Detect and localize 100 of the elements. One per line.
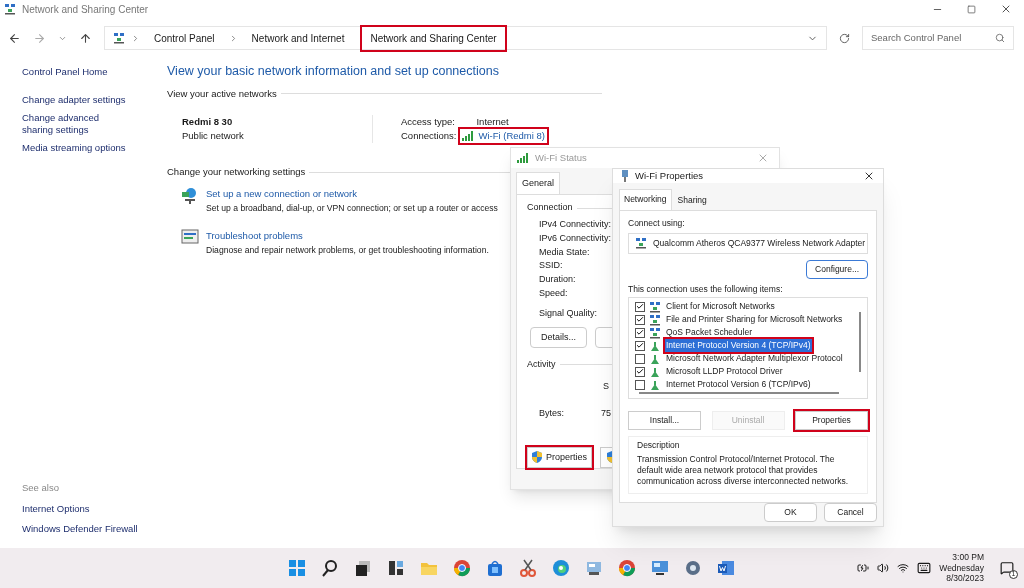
- tab[interactable]: General: [516, 171, 561, 195]
- refresh-icon[interactable]: [839, 32, 850, 44]
- clock-date[interactable]: 8/30/2023: [946, 573, 984, 584]
- sidebar-link[interactable]: Media streaming options: [22, 142, 132, 154]
- tab[interactable]: Networking: [619, 189, 672, 210]
- tab[interactable]: Sharing: [673, 191, 711, 210]
- chevron-icon: [131, 33, 140, 43]
- configure-button[interactable]: Configure...: [806, 259, 868, 279]
- list-item[interactable]: Microsoft LLDP Protocol Driver: [665, 365, 784, 379]
- properties-button[interactable]: Properties: [527, 446, 593, 468]
- list-item[interactable]: Internet Protocol Version 6 (TCP/IPv6): [665, 378, 812, 392]
- field-label: SSID:: [539, 259, 563, 273]
- field-label: Bytes:: [539, 407, 565, 420]
- adapter-icon: [635, 237, 647, 250]
- field-label: IPv4 Connectivity:: [539, 217, 612, 231]
- app-icon: [4, 3, 16, 15]
- bytes-value: 75: [601, 407, 611, 420]
- maximize-icon[interactable]: [967, 4, 976, 14]
- address-bar[interactable]: Control Panel Network and Internet Network and Sharing Center: [104, 26, 827, 50]
- settings-link[interactable]: Troubleshoot problems: [206, 229, 489, 244]
- browser-icon[interactable]: [551, 558, 571, 578]
- start-icon[interactable]: [287, 558, 307, 578]
- field-label: Media State:: [539, 245, 590, 259]
- browser-icon[interactable]: [452, 558, 472, 578]
- sidebar-link[interactable]: Change advanced sharing settings: [22, 112, 132, 136]
- dialog-title: Wi-Fi Properties: [635, 169, 704, 183]
- field-label: Connect using:: [628, 217, 686, 230]
- scissors-icon[interactable]: [518, 558, 538, 578]
- shield-icon: [532, 451, 542, 464]
- field-label: IPv6 Connectivity:: [539, 231, 612, 245]
- field-label: Signal Quality:: [539, 306, 598, 320]
- sent-label: S: [603, 379, 609, 393]
- window-title: Network and Sharing Center: [22, 2, 149, 17]
- group-title: Activity: [527, 358, 556, 371]
- keyboard-icon[interactable]: [917, 561, 932, 575]
- checkbox[interactable]: [635, 327, 645, 338]
- search-icon[interactable]: [320, 558, 340, 578]
- sidebar-link[interactable]: Control Panel Home: [22, 66, 132, 78]
- description-text: Transmission Control Protocol/Internet Protocol. The default wide area network protocol that provides communication across diverse interconnected networks.: [637, 453, 850, 487]
- list-item[interactable]: Microsoft Network Adapter Multiplexor Protocol: [665, 352, 844, 366]
- field-label: Access type:: [401, 115, 456, 129]
- search-icon: [995, 33, 1005, 43]
- up-icon[interactable]: [79, 31, 92, 45]
- network-client-icon: [649, 313, 661, 326]
- breadcrumb[interactable]: Network and Sharing Center: [362, 26, 505, 50]
- checkbox[interactable]: [635, 301, 645, 312]
- checkbox[interactable]: [635, 353, 645, 364]
- field-label: Speed:: [539, 286, 568, 300]
- browser-icon[interactable]: [617, 558, 637, 578]
- section-heading: View your active networks: [167, 86, 277, 101]
- network-client-icon: [649, 326, 661, 339]
- see-also-heading: See also: [22, 481, 60, 496]
- wifi-icon[interactable]: [897, 562, 910, 574]
- see-also-link[interactable]: Windows Defender Firewall: [22, 521, 167, 536]
- list-item[interactable]: Internet Protocol Version 4 (TCP/IPv4): [665, 339, 812, 353]
- clock-day[interactable]: Wednesday: [939, 562, 984, 574]
- settings-description: Diagnose and repair network problems, or get troubleshooting information.: [206, 244, 489, 258]
- list-action-button[interactable]: Properties: [795, 411, 868, 430]
- close-icon[interactable]: [1000, 3, 1012, 15]
- group-title: Connection: [527, 201, 573, 215]
- checkbox[interactable]: [635, 366, 645, 377]
- page-heading: View your basic network information and set up connections: [167, 63, 500, 80]
- dialog-title: Wi-Fi Status: [535, 150, 587, 165]
- details-button[interactable]: Details...: [530, 326, 587, 348]
- group-title: Description: [637, 439, 681, 452]
- monitor-icon: [181, 229, 199, 246]
- adapter-field: Qualcomm Atheros QCA9377 Wireless Network Adapter: [628, 232, 868, 254]
- list-action-button[interactable]: Install...: [628, 411, 701, 430]
- signal-icon: [517, 152, 529, 163]
- shopping-bag-icon[interactable]: [485, 558, 505, 578]
- list-item[interactable]: QoS Packet Scheduler: [665, 326, 753, 340]
- back-icon[interactable]: [8, 31, 21, 45]
- volume-icon[interactable]: [877, 562, 890, 574]
- protocol-icon: [649, 352, 661, 365]
- search-field[interactable]: Search Control Panel: [862, 26, 1014, 50]
- settings-link[interactable]: Set up a new connection or network: [206, 187, 498, 202]
- checkbox[interactable]: [635, 314, 645, 325]
- notification-icon[interactable]: [1000, 561, 1014, 575]
- gear-icon[interactable]: [683, 558, 703, 578]
- task-view-icon[interactable]: [353, 558, 373, 578]
- checkbox[interactable]: [635, 379, 645, 390]
- monitor-icon[interactable]: [650, 558, 670, 578]
- section-heading: Change your networking settings: [167, 165, 306, 179]
- connection-link[interactable]: Wi-Fi (Redmi 8): [460, 129, 547, 143]
- battery-icon[interactable]: [857, 562, 870, 574]
- network-client-icon: [649, 300, 661, 313]
- field-label: Connections:: [401, 129, 457, 143]
- protocol-icon: [649, 365, 661, 378]
- widgets-icon[interactable]: [386, 558, 406, 578]
- signal-icon: [462, 131, 475, 141]
- checkbox[interactable]: [635, 340, 645, 351]
- list-item[interactable]: File and Printer Sharing for Microsoft Networks: [665, 313, 844, 327]
- sidebar-link[interactable]: Change adapter settings: [22, 94, 132, 106]
- breadcrumb[interactable]: Network and Internet: [243, 26, 353, 50]
- list-item[interactable]: Client for Microsoft Networks: [665, 300, 776, 314]
- document-icon[interactable]: [716, 558, 736, 578]
- settings-description: Set up a broadband, dial-up, or VPN connection; or set up a router or access: [206, 202, 498, 216]
- breadcrumb[interactable]: Control Panel: [146, 26, 223, 50]
- clock-time[interactable]: 3:00 PM: [952, 552, 984, 563]
- see-also-link[interactable]: Internet Options: [22, 501, 167, 516]
